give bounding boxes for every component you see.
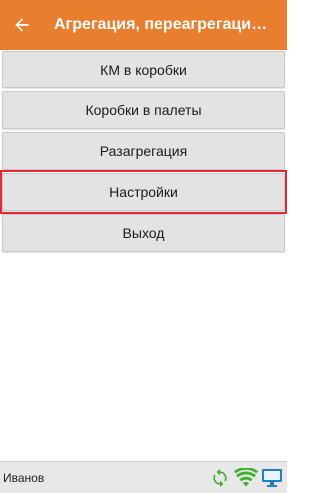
- menu-item-settings[interactable]: Настройки: [2, 173, 285, 211]
- page-title: Агрегация, переагрегация,...: [54, 16, 274, 33]
- wifi-icon: [234, 466, 258, 490]
- back-button[interactable]: [0, 0, 44, 50]
- user-name: Иванов: [3, 470, 45, 485]
- status-bar: Иванов: [0, 461, 287, 493]
- monitor-icon: [260, 466, 284, 490]
- menu-item-exit[interactable]: Выход: [2, 214, 285, 252]
- app-bar: Агрегация, переагрегация,...: [0, 0, 287, 50]
- arrow-left-icon: [15, 18, 29, 32]
- menu-item-disaggregation[interactable]: Разагрегация: [2, 132, 285, 170]
- menu-item-boxes-to-pallets[interactable]: Коробки в палеты: [2, 91, 285, 129]
- main-menu: КМ в коробки Коробки в палеты Разагрегац…: [0, 51, 287, 255]
- sync-icon[interactable]: [208, 466, 232, 490]
- app-screen: Агрегация, переагрегация,... КМ в коробк…: [0, 0, 287, 493]
- status-icons: [208, 466, 284, 490]
- menu-item-km-to-boxes[interactable]: КМ в коробки: [2, 51, 285, 88]
